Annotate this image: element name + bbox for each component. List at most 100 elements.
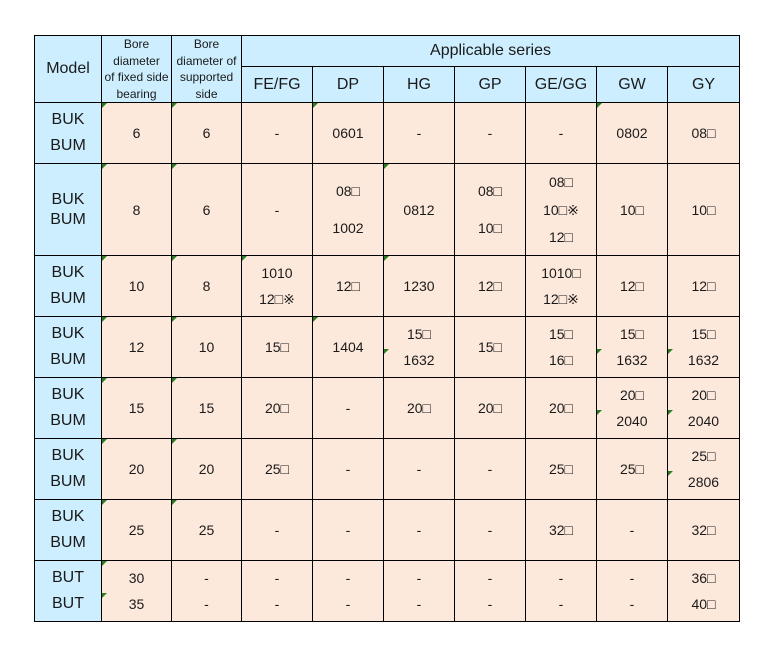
- cell-indicator-icon: [668, 471, 673, 476]
- series-cell-gy: 15□ 1632: [667, 316, 740, 378]
- supported-bore-cell: --: [171, 560, 242, 622]
- series-cell-fe-fg-content: --: [242, 561, 312, 621]
- cell-indicator-icon: [384, 349, 389, 354]
- header-series-gy: GY: [667, 66, 740, 103]
- series-cell-fe-fg-content: 20□: [242, 378, 312, 438]
- series-cell-fe-fg: 15□: [241, 316, 313, 378]
- series-cell-ge-gg-line: 1010□: [541, 264, 581, 281]
- table-row: BUT BUT 30 35- - - - - - - - - - - - - -36□ 40□: [34, 560, 740, 622]
- model-cell-line: BUK: [51, 190, 85, 208]
- supported-bore-cell-content: 6: [172, 164, 241, 255]
- fixed-bore-cell: 10: [101, 255, 172, 317]
- series-cell-fe-fg: 20□: [241, 377, 313, 439]
- fixed-bore-cell: 6: [101, 102, 172, 164]
- series-cell-fe-fg-line: -: [274, 522, 280, 538]
- series-cell-gy: 08□: [667, 102, 740, 164]
- fixed-bore-cell-content: 15: [102, 378, 171, 438]
- supported-bore-cell-content: --: [172, 561, 241, 621]
- header-applicable-series: Applicable series: [241, 34, 740, 68]
- series-cell-fe-fg-content: -: [242, 164, 312, 255]
- series-cell-gw-line: -: [629, 522, 635, 538]
- fixed-bore-cell-content: 30 35: [102, 561, 171, 621]
- series-cell-hg-content: 1230: [384, 256, 454, 316]
- series-cell-fe-fg-line: -: [274, 201, 280, 218]
- series-cell-dp: 08□ 1002: [312, 163, 384, 256]
- supported-bore-cell-line: 20: [198, 461, 215, 477]
- model-cell: BUK BUM: [34, 499, 102, 561]
- series-cell-fe-fg-content: -: [242, 103, 312, 163]
- header-supported-bore-line: supported: [179, 70, 234, 84]
- model-cell-content: BUK BUM: [35, 378, 101, 438]
- series-cell-gw-content: 20□ 2040: [597, 378, 667, 438]
- series-cell-hg-line: 0812: [403, 201, 435, 218]
- fixed-bore-cell: 25: [101, 499, 172, 561]
- fixed-bore-cell: 20: [101, 438, 172, 500]
- table-row: BUK BUM 25 25 - - - - 32□ - 32□: [34, 499, 740, 561]
- series-cell-ge-gg-content: 1010□ 12□※: [526, 256, 596, 316]
- header-fixed-bore-line: Bore: [123, 37, 150, 51]
- supported-bore-cell: 25: [171, 499, 242, 561]
- series-cell-hg-content: -: [384, 500, 454, 560]
- series-cell-gw-line: 10□: [619, 201, 645, 218]
- supported-bore-cell-line: 15: [198, 400, 215, 416]
- series-cell-ge-gg-content: 25□: [526, 439, 596, 499]
- series-cell-gw: --: [596, 560, 668, 622]
- series-cell-ge-gg-line: -: [558, 596, 564, 613]
- series-cell-dp: 0601: [312, 102, 384, 164]
- series-cell-gp: 15□: [454, 316, 526, 378]
- series-cell-ge-gg: 32□: [525, 499, 597, 561]
- series-cell-hg-line: -: [416, 125, 422, 141]
- model-cell-line: BUM: [50, 473, 86, 491]
- header-series-gp: GP: [454, 66, 526, 103]
- cell-indicator-icon: [102, 500, 107, 505]
- series-cell-dp-content: -: [313, 439, 383, 499]
- cell-indicator-icon: [597, 103, 602, 108]
- fixed-bore-cell-content: 20: [102, 439, 171, 499]
- series-cell-gp-line: 20□: [477, 400, 503, 416]
- supported-bore-cell-content: 20: [172, 439, 241, 499]
- series-cell-gp: --: [454, 560, 526, 622]
- series-cell-gy: 32□: [667, 499, 740, 561]
- supported-bore-cell-line: 25: [198, 522, 215, 538]
- model-cell-line: BUM: [50, 534, 86, 552]
- series-cell-dp-line: -: [345, 569, 351, 586]
- series-cell-dp-content: 08□ 1002: [313, 164, 383, 255]
- series-cell-ge-gg-content: 32□: [526, 500, 596, 560]
- table-row: BUK BUM 6 6 - 0601 - - - 0802 08□: [34, 102, 740, 164]
- series-cell-gp-line: 08□: [477, 183, 503, 199]
- model-cell: BUK BUM: [34, 316, 102, 378]
- cell-indicator-icon: [242, 256, 247, 261]
- fixed-bore-cell-content: 8: [102, 164, 171, 255]
- series-cell-hg-line: 20□: [406, 400, 432, 416]
- cell-indicator-icon: [102, 103, 107, 108]
- series-cell-hg-content: -: [384, 439, 454, 499]
- series-cell-ge-gg-line: -: [558, 569, 564, 586]
- cell-indicator-icon: [102, 593, 107, 598]
- series-cell-gy-content: 36□ 40□: [668, 561, 739, 621]
- series-cell-hg-line: -: [416, 569, 422, 586]
- series-cell-hg: 20□: [383, 377, 455, 439]
- series-cell-ge-gg-line: -: [558, 125, 564, 141]
- header-series-fe-fg: FE/FG: [241, 66, 313, 103]
- series-cell-dp: -: [312, 438, 384, 500]
- cell-indicator-icon: [172, 500, 177, 505]
- series-cell-gp-line: -: [487, 596, 493, 613]
- series-cell-hg: 0812: [383, 163, 455, 256]
- cell-indicator-icon: [384, 164, 389, 169]
- series-cell-gw: -: [596, 499, 668, 561]
- series-cell-dp-line: -: [345, 596, 351, 613]
- series-cell-gy-content: 12□: [668, 256, 739, 316]
- cell-indicator-icon: [102, 439, 107, 444]
- cell-indicator-icon: [172, 317, 177, 322]
- series-cell-gy-line: 2806: [687, 474, 720, 491]
- model-cell-line: BUK: [51, 263, 85, 281]
- series-cell-gp: -: [454, 438, 526, 500]
- fixed-bore-cell-line: 35: [128, 596, 145, 613]
- series-cell-fe-fg: -: [241, 163, 313, 256]
- model-cell: BUK BUM: [34, 255, 102, 317]
- series-cell-gp-content: -: [455, 103, 525, 163]
- model-cell: BUK BUM: [34, 102, 102, 164]
- supported-bore-cell: 6: [171, 163, 242, 256]
- series-cell-gy: 36□ 40□: [667, 560, 740, 622]
- series-cell-dp-content: 0601: [313, 103, 383, 163]
